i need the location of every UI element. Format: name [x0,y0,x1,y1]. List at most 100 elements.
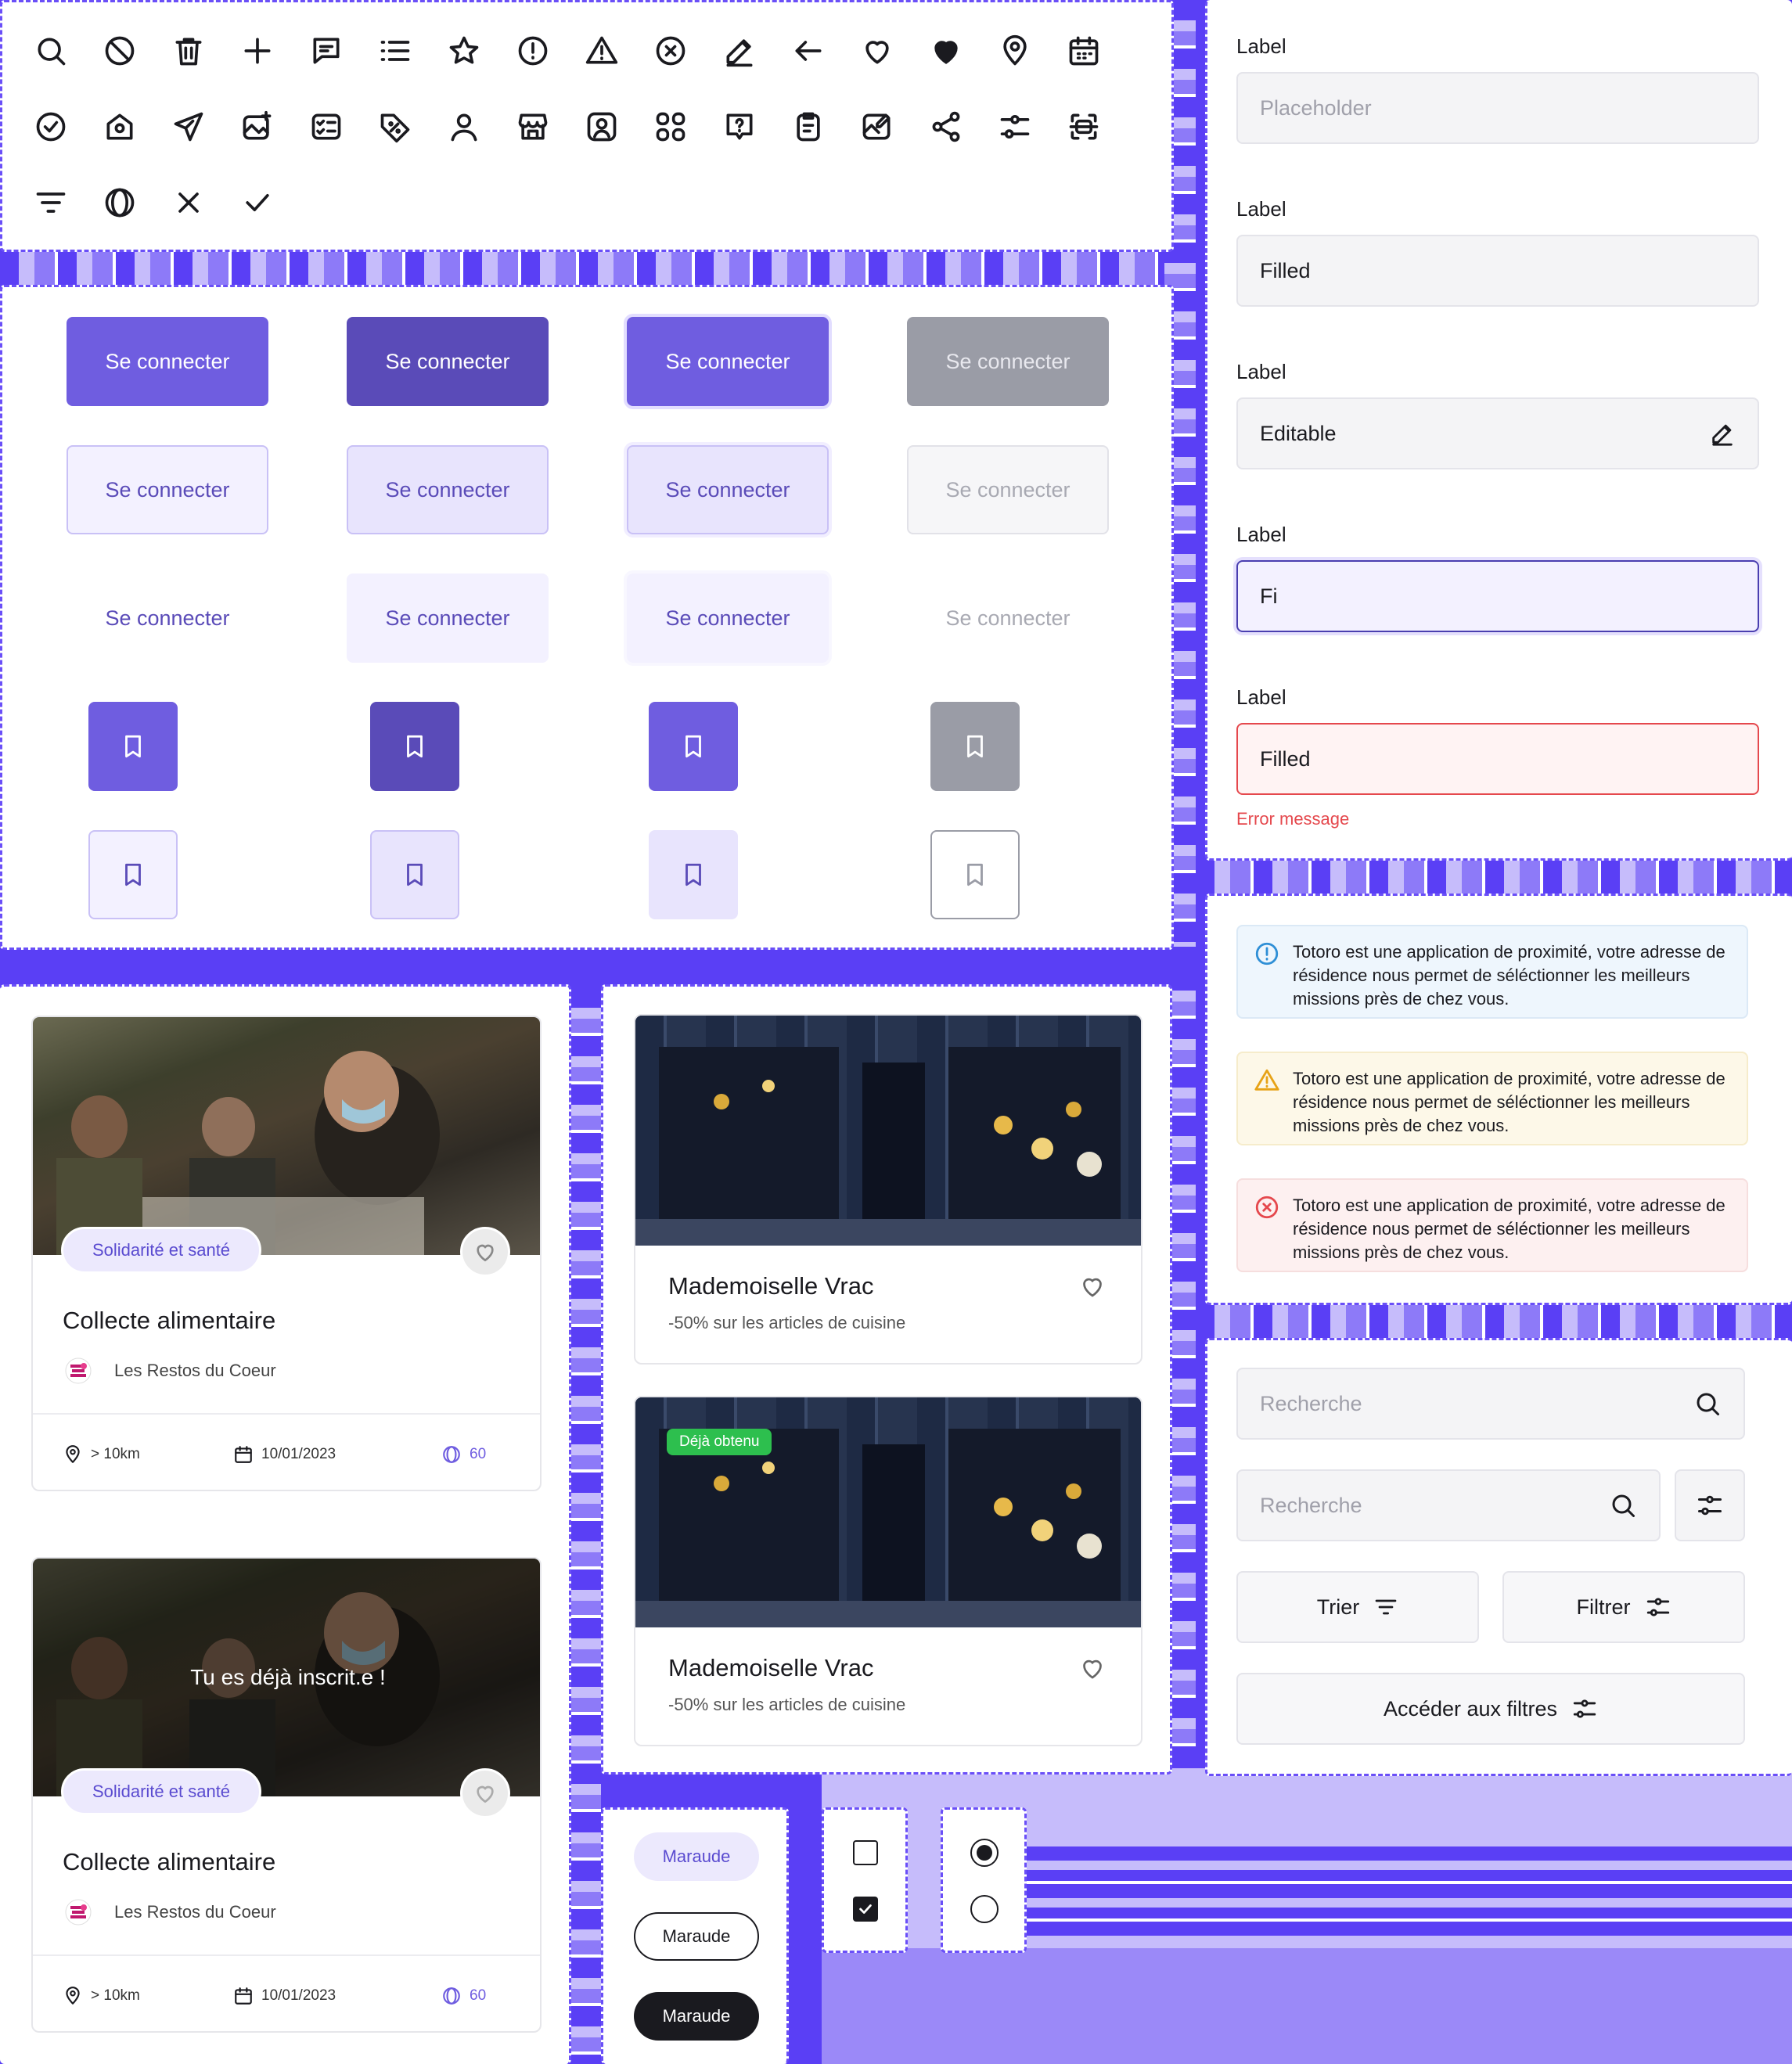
offer-card[interactable]: Mademoiselle Vrac -50% sur les articles … [634,1014,1142,1365]
card-divider [33,1954,540,1956]
search-placeholder: Recherche [1260,1493,1362,1517]
offer-card-obtained[interactable]: Déjà obtenu Mademoiselle Vrac -50% sur l… [634,1396,1142,1746]
text-field-error[interactable]: Filled [1236,723,1759,795]
bookmark-icon-button-secondary[interactable] [88,830,178,919]
secondary-button-disabled[interactable]: Se connecter [907,445,1109,534]
decor-stripes [570,987,601,2064]
warning-triangle-icon [585,34,619,68]
close-circle-icon [653,34,688,68]
mission-title: Collecte alimentaire [63,1848,276,1875]
sliders-icon [998,110,1032,144]
secondary-button-pressed[interactable]: Se connecter [347,445,549,534]
text-field-focused[interactable]: Fi [1236,560,1759,632]
field-label: Label [1236,523,1286,546]
sort-button[interactable]: Trier [1236,1571,1479,1643]
primary-button-pressed[interactable]: Se connecter [347,317,549,406]
radio-unselected[interactable] [970,1895,999,1923]
bookmark-icon-button-pressed[interactable] [370,702,459,791]
checkbox-unchecked[interactable] [853,1840,878,1865]
filter-lines-icon [34,185,68,220]
primary-button[interactable]: Se connecter [67,317,268,406]
distance-text: > 10km [91,1446,140,1462]
info-alert: Totoro est une application de proximité,… [1236,925,1748,1019]
tertiary-button-focus[interactable]: Se connecter [627,574,829,663]
primary-button-disabled[interactable]: Se connecter [907,317,1109,406]
bookmark-icon-button-secondary-disabled[interactable] [930,830,1020,919]
heart-outline-icon [473,1239,498,1264]
access-filters-button[interactable]: Accéder aux filtres [1236,1673,1745,1745]
chip-filled[interactable]: Maraude [634,1992,759,2041]
bookmark-icon-button-secondary-focus[interactable] [649,830,738,919]
info-circle-icon [516,34,550,68]
field-label: Label [1236,197,1286,221]
filter-icon-button[interactable] [1675,1469,1745,1541]
pencil-icon[interactable] [1709,420,1736,447]
date: 10/01/2023 [233,1986,336,2006]
access-filters-label: Accéder aux filtres [1383,1696,1558,1721]
checkbox-checked[interactable] [853,1897,878,1922]
heart-outline-icon[interactable] [1078,1272,1107,1300]
coin-icon [441,1444,462,1465]
grid-icon [653,110,688,144]
org-logo [63,1355,94,1386]
text-field-empty[interactable]: Placeholder [1236,72,1759,144]
distance-text: > 10km [91,1987,140,2004]
primary-button-focus[interactable]: Se connecter [627,317,829,406]
warning-triangle-icon [1254,1067,1280,1094]
help-bubble-icon [722,110,757,144]
clipboard-icon [791,110,826,144]
tertiary-button[interactable]: Se connecter [67,574,268,663]
bookmark-icon-button-focus[interactable] [649,702,738,791]
heart-outline-icon[interactable] [1078,1654,1107,1682]
calendar-icon [1067,34,1101,68]
date-text: 10/01/2023 [261,1987,336,2004]
offer-title: Mademoiselle Vrac [668,1272,874,1300]
org-logo [63,1897,94,1928]
search-icon[interactable] [1609,1491,1637,1519]
icons-panel [0,0,1174,252]
tertiary-button-pressed[interactable]: Se connecter [347,574,549,663]
check-circle-icon [34,110,68,144]
secondary-button[interactable]: Se connecter [67,445,268,534]
chip-light[interactable]: Maraude [634,1832,759,1881]
search-input[interactable]: Recherche [1236,1368,1745,1440]
favorite-button[interactable] [460,1227,510,1277]
info-circle-icon [1254,940,1280,967]
calendar-icon [233,1444,254,1465]
mission-card[interactable]: Solidarité et santé Collecte alimentaire… [31,1016,542,1491]
bookmark-icon [680,861,707,888]
buttons-panel: Se connecter Se connecter Se connecter S… [0,285,1174,950]
registered-overlay: Tu es déjà inscrit.e ! [33,1559,540,1796]
radio-selected[interactable] [970,1839,999,1867]
bookmark-icon-button[interactable] [88,702,178,791]
sort-label: Trier [1316,1595,1360,1619]
category-tag: Solidarité et santé [61,1768,261,1815]
tertiary-button-disabled[interactable]: Se connecter [907,574,1109,663]
list-icon [378,34,412,68]
error-alert: Totoro est une application de proximité,… [1236,1178,1748,1272]
mission-card-registered[interactable]: Tu es déjà inscrit.e ! Solidarité et san… [31,1557,542,2033]
text-field-filled[interactable]: Filled [1236,235,1759,307]
scan-icon [1067,110,1101,144]
chip-outline[interactable]: Maraude [634,1912,759,1961]
coin-icon [103,185,137,220]
search-icon[interactable] [1693,1390,1722,1418]
sliders-icon [1696,1491,1724,1519]
image-add-icon [240,110,275,144]
search-input-with-filter[interactable]: Recherche [1236,1469,1661,1541]
bookmark-icon-button-secondary-pressed[interactable] [370,830,459,919]
favorite-button[interactable] [460,1768,510,1818]
secondary-button-focus[interactable]: Se connecter [627,445,829,534]
warning-alert: Totoro est une application de proximité,… [1236,1052,1748,1145]
date: 10/01/2023 [233,1444,336,1465]
check-icon [857,1900,874,1918]
bookmark-icon [120,861,146,888]
text-field-editable[interactable]: Editable [1236,397,1759,469]
user-icon [447,110,481,144]
points: 60 [441,1986,486,2006]
filter-button[interactable]: Filtrer [1502,1571,1745,1643]
bookmark-icon [120,733,146,760]
bookmark-icon-button-disabled[interactable] [930,702,1020,791]
checkboxes-panel [822,1807,908,1953]
category-tag: Solidarité et santé [61,1227,261,1274]
